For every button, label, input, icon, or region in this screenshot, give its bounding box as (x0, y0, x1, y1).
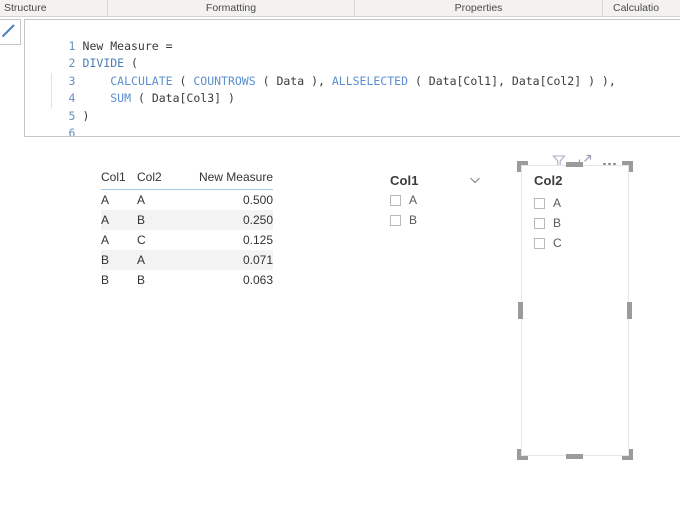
ribbon-group-structure[interactable]: Structure (0, 0, 108, 17)
code-line-3: 3 CALCULATE ( COUNTROWS ( Data ), ALLSEL… (25, 55, 680, 88)
code-line-2: 2 DIVIDE ( (25, 38, 680, 70)
slicer-col2-title: Col2 (534, 173, 563, 188)
checkbox-icon[interactable] (390, 214, 401, 226)
slicer-col1-title: Col1 (390, 172, 419, 188)
slicer-col2-item-a[interactable]: A (534, 194, 563, 212)
commit-formula-button[interactable] (0, 19, 21, 45)
resize-handle-bottom-right[interactable] (622, 449, 633, 460)
cell-measure: 0.063 (242, 273, 273, 287)
cell-col1: A (101, 193, 110, 207)
cell-col2: C (137, 233, 146, 247)
ribbon-group-calculations-label: Calculatio (613, 2, 660, 14)
table-row[interactable]: A B 0.250 (101, 210, 273, 230)
slicer-col1-item-a-label: A (409, 193, 418, 207)
cell-col2: B (137, 210, 177, 230)
report-canvas[interactable]: Col1 Col2 New Measure A A 0.500 A B 0.25… (0, 138, 680, 517)
slicer-col2-header[interactable]: Col2 (534, 172, 563, 192)
cell-col1: A (101, 233, 110, 247)
cell-col2: B (137, 273, 146, 287)
resize-handle-bottom-left[interactable] (517, 449, 528, 460)
code-line-4: 4 SUM ( Data[Col3] ) (25, 73, 680, 105)
chevron-down-icon[interactable] (468, 173, 482, 187)
code-line-5: 5) (25, 90, 680, 123)
resize-handle-top-left[interactable] (517, 161, 528, 172)
checkbox-icon[interactable] (534, 197, 545, 209)
slicer-col2-item-c-label: C (553, 236, 562, 250)
cell-measure: 0.500 (242, 193, 273, 207)
checkbox-icon[interactable] (390, 194, 401, 206)
table-header-col2[interactable]: Col2 (137, 170, 177, 190)
slicer-col2-wrapper[interactable]: Col2 A B C (517, 161, 633, 460)
table-row[interactable]: A C 0.125 (101, 230, 273, 250)
slicer-col2[interactable]: Col2 A B C (521, 165, 629, 456)
checkmark-icon (2, 24, 15, 38)
ribbon-group-properties-label: Properties (454, 2, 503, 14)
slicer-col2-item-b-label: B (553, 216, 562, 230)
cell-col1: B (101, 273, 110, 287)
ribbon-group-structure-label: Structure (4, 2, 47, 14)
cell-measure: 0.125 (242, 233, 273, 247)
resize-handle-top-right[interactable] (622, 161, 633, 172)
table-header-new-measure[interactable]: New Measure (177, 170, 273, 190)
cell-measure: 0.250 (177, 210, 273, 230)
slicer-col2-item-b[interactable]: B (534, 214, 563, 232)
resize-handle-top-center[interactable] (566, 162, 583, 167)
table-header-col1[interactable]: Col1 (101, 170, 137, 190)
table-visual[interactable]: Col1 Col2 New Measure A A 0.500 A B 0.25… (101, 170, 273, 290)
slicer-col2-item-c[interactable]: C (534, 234, 563, 252)
measure-table: Col1 Col2 New Measure A A 0.500 A B 0.25… (101, 170, 273, 290)
ribbon-group-formatting-label: Formatting (205, 2, 257, 14)
code-line-1: 1 New Measure = (25, 20, 680, 53)
checkbox-icon[interactable] (534, 237, 545, 249)
cell-col1: A (101, 210, 137, 230)
slicer-col2-content: Col2 A B C (534, 172, 563, 252)
slicer-col1[interactable]: Col1 A B (390, 171, 482, 229)
table-row[interactable]: B B 0.063 (101, 270, 273, 290)
cell-measure: 0.071 (177, 250, 273, 270)
cell-col1: B (101, 250, 137, 270)
cell-col2: A (137, 193, 146, 207)
power-bi-measure-editor-screen: Structure Formatting Properties Calculat… (0, 0, 680, 517)
resize-handle-middle-right[interactable] (627, 302, 632, 319)
slicer-col1-item-b-label: B (409, 213, 418, 227)
ribbon-group-properties[interactable]: Properties (355, 0, 603, 17)
slicer-col1-item-a[interactable]: A (390, 191, 482, 209)
table-header-row: Col1 Col2 New Measure (101, 170, 273, 190)
table-row[interactable]: B A 0.071 (101, 250, 273, 270)
ribbon-group-formatting[interactable]: Formatting (108, 0, 355, 17)
line-number-6: 6 (68, 126, 76, 137)
slicer-col1-header[interactable]: Col1 (390, 171, 482, 189)
slicer-col1-item-b[interactable]: B (390, 211, 482, 229)
code-line-6: 6 (25, 108, 680, 136)
resize-handle-middle-left[interactable] (518, 302, 523, 319)
dax-formula-editor[interactable]: 1 New Measure = 2 DIVIDE ( 3 CALCULATE ( C… (24, 19, 680, 137)
ribbon-group-calculations[interactable]: Calculatio (603, 0, 680, 17)
ribbon-group-strip: Structure Formatting Properties Calculat… (0, 0, 680, 17)
table-row[interactable]: A A 0.500 (101, 190, 273, 211)
cell-col2: A (137, 250, 177, 270)
checkbox-icon[interactable] (534, 217, 545, 229)
resize-handle-bottom-center[interactable] (566, 454, 583, 459)
slicer-col2-item-a-label: A (553, 196, 562, 210)
